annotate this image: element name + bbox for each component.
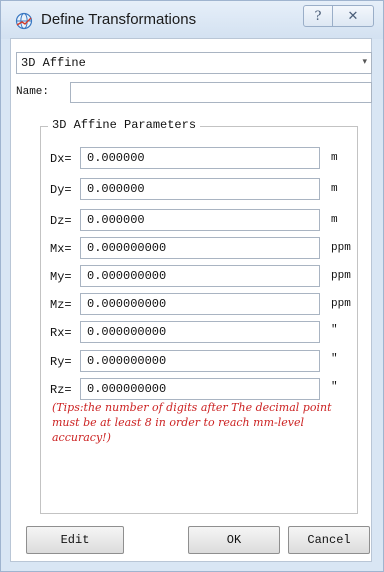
mx-unit: ppm: [331, 242, 351, 254]
mx-field[interactable]: [80, 237, 320, 259]
ry-label: Ry=: [50, 355, 72, 369]
my-field[interactable]: [80, 265, 320, 287]
name-field[interactable]: [70, 82, 372, 103]
my-label: My=: [50, 270, 72, 284]
mz-unit: ppm: [331, 298, 351, 310]
transformation-type-value: 3D Affine: [21, 56, 86, 70]
ry-unit: ″: [331, 353, 338, 365]
dx-unit: m: [331, 152, 338, 164]
rz-unit: ″: [331, 381, 338, 393]
dz-unit: m: [331, 214, 338, 226]
rz-label: Rz=: [50, 383, 72, 397]
transformation-type-select[interactable]: 3D Affine ▾: [16, 52, 372, 74]
dy-unit: m: [331, 183, 338, 195]
title-bar[interactable]: Define Transformations ? ✕: [1, 1, 383, 39]
dz-label: Dz=: [50, 214, 72, 228]
chevron-down-icon[interactable]: ▾: [362, 56, 367, 67]
dy-label: Dy=: [50, 183, 72, 197]
ry-field[interactable]: [80, 350, 320, 372]
dx-field[interactable]: [80, 147, 320, 169]
dx-label: Dx=: [50, 152, 72, 166]
mz-label: Mz=: [50, 298, 72, 312]
window-title: Define Transformations: [41, 11, 197, 28]
cancel-button[interactable]: Cancel: [288, 526, 370, 554]
rx-label: Rx=: [50, 326, 72, 340]
rx-unit: ″: [331, 324, 338, 336]
close-button[interactable]: ✕: [332, 5, 374, 27]
edit-button[interactable]: Edit: [26, 526, 124, 554]
name-label: Name:: [16, 86, 50, 98]
my-unit: ppm: [331, 270, 351, 282]
dz-field[interactable]: [80, 209, 320, 231]
app-icon: [15, 12, 33, 30]
mx-label: Mx=: [50, 242, 72, 256]
rx-field[interactable]: [80, 321, 320, 343]
help-button[interactable]: ?: [303, 5, 333, 27]
dy-field[interactable]: [80, 178, 320, 200]
rz-field[interactable]: [80, 378, 320, 400]
parameters-groupbox-title: 3D Affine Parameters: [48, 118, 201, 132]
precision-tip: (Tips:the number of digits after The dec…: [52, 401, 332, 444]
mz-field[interactable]: [80, 293, 320, 315]
ok-button[interactable]: OK: [188, 526, 280, 554]
